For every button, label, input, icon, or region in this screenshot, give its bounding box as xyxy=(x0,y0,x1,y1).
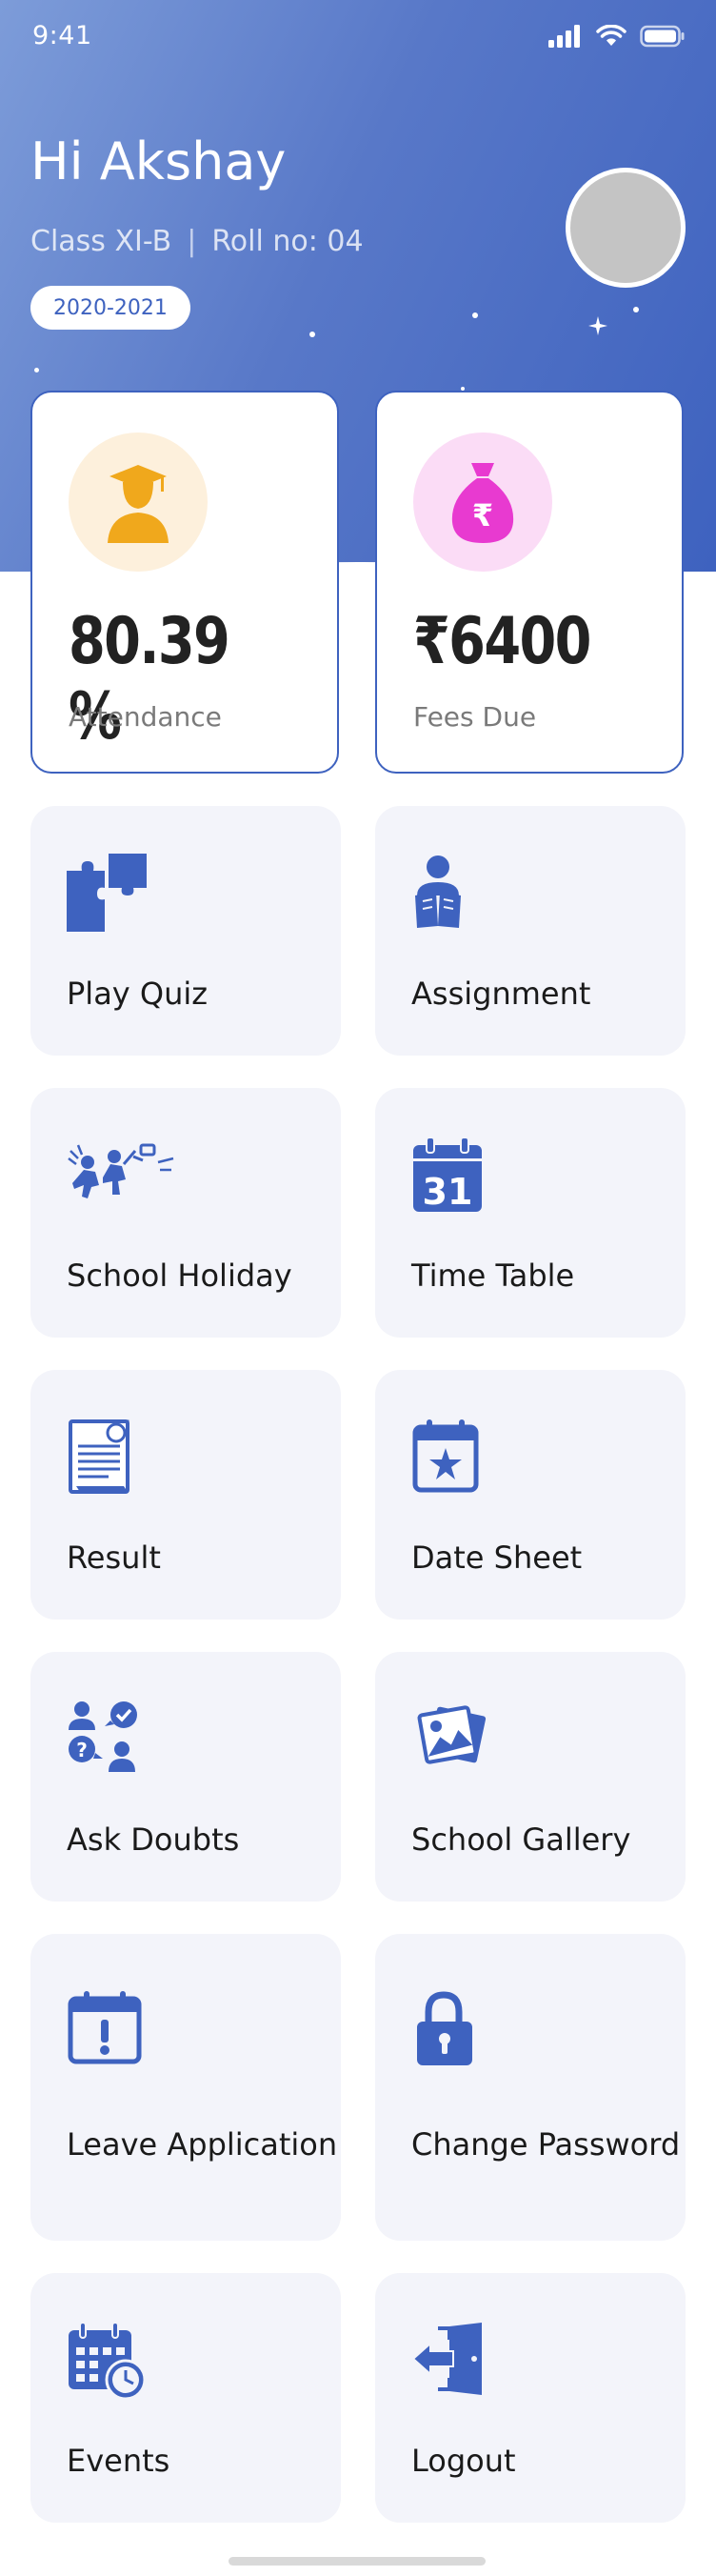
wifi-icon xyxy=(596,25,626,46)
menu-tile-play-quiz[interactable]: Play Quiz xyxy=(30,806,341,1056)
sparkle-star-icon xyxy=(588,316,607,335)
sparkle xyxy=(472,312,478,318)
calendar-31-icon: 31 xyxy=(413,1137,482,1213)
puzzle-icon xyxy=(67,854,147,932)
logout-door-icon xyxy=(411,2323,482,2395)
calendar-star-icon xyxy=(412,1419,479,1493)
attendance-card[interactable]: 80.39 % Attendance xyxy=(30,391,339,774)
menu-tile-date-sheet[interactable]: Date Sheet xyxy=(375,1370,686,1620)
menu-tile-change-password[interactable]: Change Password xyxy=(375,1934,686,2241)
money-bag-icon: ₹ xyxy=(413,433,552,572)
session-badge[interactable]: 2020-2021 xyxy=(30,286,190,330)
menu-label: Time Table xyxy=(411,1258,575,1294)
menu-tile-leave-application[interactable]: Leave Application xyxy=(30,1934,341,2241)
fees-due-value: ₹6400 xyxy=(413,604,591,679)
menu-label: School Gallery xyxy=(411,1821,631,1858)
class-label: Class XI-B xyxy=(30,225,172,258)
menu-label: Change Password xyxy=(411,2126,681,2163)
svg-text:?: ? xyxy=(76,1739,88,1761)
sparkle xyxy=(309,332,315,337)
svg-text:₹: ₹ xyxy=(472,497,493,533)
menu-tile-events[interactable]: Events xyxy=(30,2273,341,2523)
student-icon xyxy=(69,433,208,572)
class-roll-line: Class XI-B | Roll no: 04 xyxy=(30,225,364,258)
menu-tile-time-table[interactable]: 31 Time Table xyxy=(375,1088,686,1338)
signal-icon xyxy=(548,25,580,48)
roll-label: Roll no: 04 xyxy=(211,225,364,258)
menu-tile-logout[interactable]: Logout xyxy=(375,2273,686,2523)
menu-tile-result[interactable]: Result xyxy=(30,1370,341,1620)
fees-due-label: Fees Due xyxy=(413,701,537,733)
sparkle xyxy=(633,307,639,312)
menu-tile-school-gallery[interactable]: School Gallery xyxy=(375,1652,686,1902)
menu-label: Play Quiz xyxy=(67,976,209,1012)
menu-tile-school-holiday[interactable]: School Holiday xyxy=(30,1088,341,1338)
fees-due-card[interactable]: ₹ ₹6400 Fees Due xyxy=(375,391,684,774)
calendar-alert-icon xyxy=(68,1991,142,2064)
greeting-title: Hi Akshay xyxy=(30,131,287,191)
menu-label: Logout xyxy=(411,2443,516,2479)
menu-label: Date Sheet xyxy=(411,1540,583,1576)
report-icon xyxy=(69,1419,129,1494)
menu-tile-assignment[interactable]: Assignment xyxy=(375,806,686,1056)
reading-icon xyxy=(415,855,461,928)
avatar[interactable] xyxy=(566,168,686,288)
menu-label: Result xyxy=(67,1540,161,1576)
separator: | xyxy=(187,225,197,258)
gallery-icon xyxy=(417,1705,487,1764)
menu-label: Leave Application xyxy=(67,2126,338,2163)
sparkle xyxy=(34,368,39,372)
menu-tile-ask-doubts[interactable]: ? Ask Doubts xyxy=(30,1652,341,1902)
status-icons xyxy=(548,25,686,48)
kids-running-icon xyxy=(68,1143,174,1198)
menu-label: Assignment xyxy=(411,976,591,1012)
status-bar: 9:41 xyxy=(0,0,716,80)
svg-text:31: 31 xyxy=(423,1171,473,1213)
menu-label: School Holiday xyxy=(67,1258,292,1294)
attendance-label: Attendance xyxy=(69,701,222,733)
calendar-clock-icon xyxy=(69,2322,147,2401)
menu-label: Ask Doubts xyxy=(67,1821,240,1858)
status-time: 9:41 xyxy=(32,21,92,50)
people-question-icon: ? xyxy=(69,1701,137,1772)
battery-icon xyxy=(640,25,685,48)
lock-icon xyxy=(417,1991,472,2065)
home-indicator[interactable] xyxy=(229,2557,486,2566)
menu-label: Events xyxy=(67,2443,170,2479)
